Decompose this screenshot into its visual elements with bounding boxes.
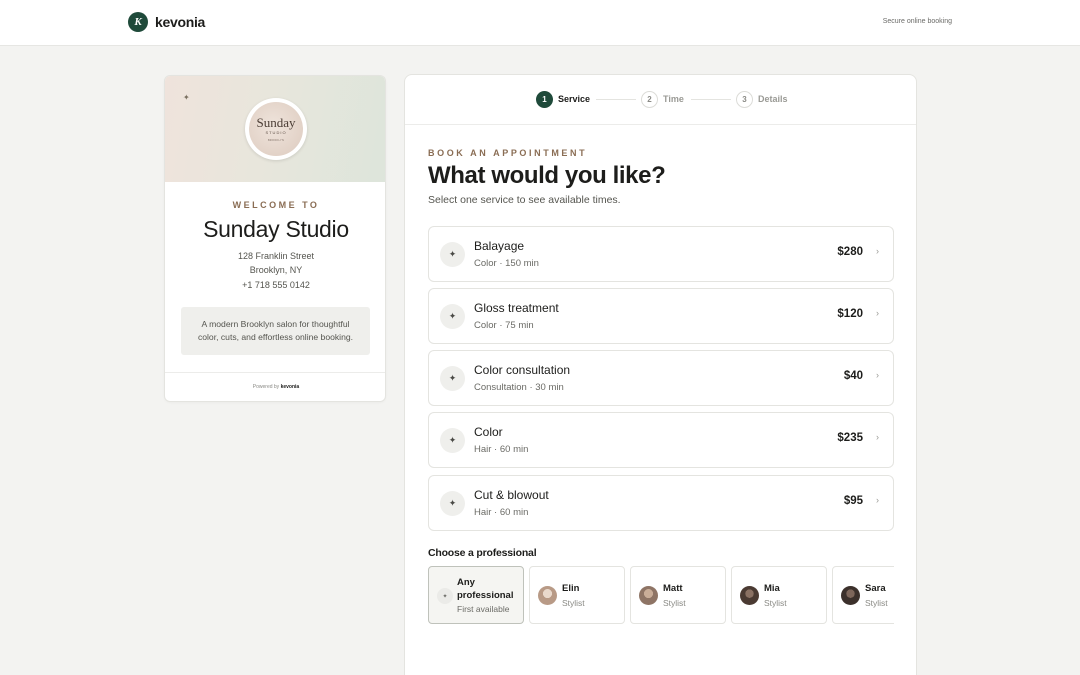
step-connector [596,99,636,100]
service-name: Balayage [474,239,525,253]
service-meta: Hair · 60 min [474,444,529,455]
professional-any[interactable]: ✦ Any professional First available [428,566,524,624]
page-title: What would you like? [428,162,666,189]
step-1-number[interactable]: 1 [536,91,553,108]
service-option-balayage[interactable]: ✦ Balayage Color · 150 min $280 › [428,226,894,282]
salon-logo-main: Sunday [256,115,296,130]
logo-mark-icon: K [128,12,148,32]
salon-city: Brooklyn, NY [249,265,303,275]
service-name: Color consultation [474,363,571,377]
professional-name: Any professional [457,577,514,601]
divider [165,372,385,373]
service-price: $95 [843,495,863,507]
sparkle-icon: ✦ [440,428,465,453]
step-connector [691,99,731,100]
service-option-color[interactable]: ✦ Color Hair · 60 min $235 › [428,412,894,468]
chevron-right-icon: › [876,308,879,318]
step-3-number[interactable]: 3 [736,91,753,108]
salon-name: Sunday Studio [203,216,349,242]
service-name: Gloss treatment [474,301,559,315]
service-meta: Color · 75 min [474,320,534,331]
salon-hero: ✦ Sunday STUDIO BROOKLYN [165,76,385,182]
secure-booking-note: Secure online booking [882,18,952,25]
professional-heading: Choose a professional [428,547,537,559]
professional-name: Mia [764,583,780,594]
sparkle-icon: ✦ [440,491,465,516]
step-indicator: 1 Service 2 Time 3 Details [405,75,916,125]
sparkle-icon: ✦ [440,366,465,391]
professional-role: Stylist [663,598,686,608]
service-price: $120 [837,308,863,320]
service-price: $280 [837,246,863,258]
salon-logo: Sunday STUDIO BROOKLYN [245,98,307,160]
sparkle-icon: ✦ [183,93,190,102]
service-option-cut-blowout[interactable]: ✦ Cut & blowout Hair · 60 min $95 › [428,475,894,531]
service-price: $40 [843,370,863,382]
salon-street: 128 Franklin Street [237,251,315,261]
chevron-right-icon: › [876,246,879,256]
salon-logo-sub: STUDIO [265,130,287,135]
service-meta: Color · 150 min [474,258,539,269]
service-name: Color [474,425,503,439]
step-2-label[interactable]: Time [663,94,684,104]
page-subtitle: Select one service to see available time… [428,194,621,206]
step-1-label[interactable]: Service [558,94,590,104]
avatar [841,586,860,605]
professional-name: Matt [663,583,683,594]
service-meta: Hair · 60 min [474,507,529,518]
service-meta: Consultation · 30 min [474,382,564,393]
step-2-number[interactable]: 2 [641,91,658,108]
professional-role: Stylist [764,598,787,608]
step-3-label[interactable]: Details [758,94,788,104]
powered-brand[interactable]: kevonia [281,384,300,390]
salon-about-line: A modern Brooklyn salon for thoughtful [201,319,350,329]
welcome-label: WELCOME TO [232,200,320,210]
professional-mia[interactable]: Mia Stylist [731,566,827,624]
salon-about-line: color, cuts, and effortless online booki… [197,332,354,342]
powered-by: Powered by kevonia [165,384,385,390]
service-option-color-consultation[interactable]: ✦ Color consultation Consultation · 30 m… [428,350,894,406]
professional-name: Elin [562,583,580,594]
salon-about: A modern Brooklyn salon for thoughtful c… [181,307,370,355]
booking-panel: 1 Service 2 Time 3 Details BOOK AN APPOI… [404,74,917,675]
service-name: Cut & blowout [474,488,549,502]
professional-matt[interactable]: Matt Stylist [630,566,726,624]
chevron-right-icon: › [876,370,879,380]
brand-name: kevonia [155,14,206,30]
top-bar: K kevonia Secure online booking [0,0,1080,46]
professional-role: Stylist [865,598,888,608]
professional-elin[interactable]: Elin Stylist [529,566,625,624]
salon-logo-image: Sunday STUDIO BROOKLYN [249,102,303,156]
chevron-right-icon: › [876,432,879,442]
sparkle-icon: ✦ [440,304,465,329]
professional-sara[interactable]: Sara Stylist [832,566,894,624]
salon-logo-tiny: BROOKLYN [267,139,285,142]
service-option-gloss-treatment[interactable]: ✦ Gloss treatment Color · 75 min $120 › [428,288,894,344]
chevron-right-icon: › [876,495,879,505]
powered-prefix: Powered by [252,384,280,390]
salon-phone[interactable]: +1 718 555 0142 [165,280,385,290]
professional-sub: First available [457,604,510,614]
service-price: $235 [837,432,863,444]
section-eyebrow: BOOK AN APPOINTMENT [428,148,588,158]
avatar [538,586,557,605]
salon-card: ✦ Sunday STUDIO BROOKLYN WELCOME TO Sund… [164,75,386,402]
professional-name: Sara [865,583,886,594]
avatar [740,586,759,605]
brand-logo[interactable]: K kevonia [128,12,205,32]
sparkle-icon: ✦ [437,588,453,604]
professional-list: ✦ Any professional First available Elin … [428,566,894,626]
avatar [639,586,658,605]
sparkle-icon: ✦ [440,242,465,267]
professional-role: Stylist [562,598,585,608]
